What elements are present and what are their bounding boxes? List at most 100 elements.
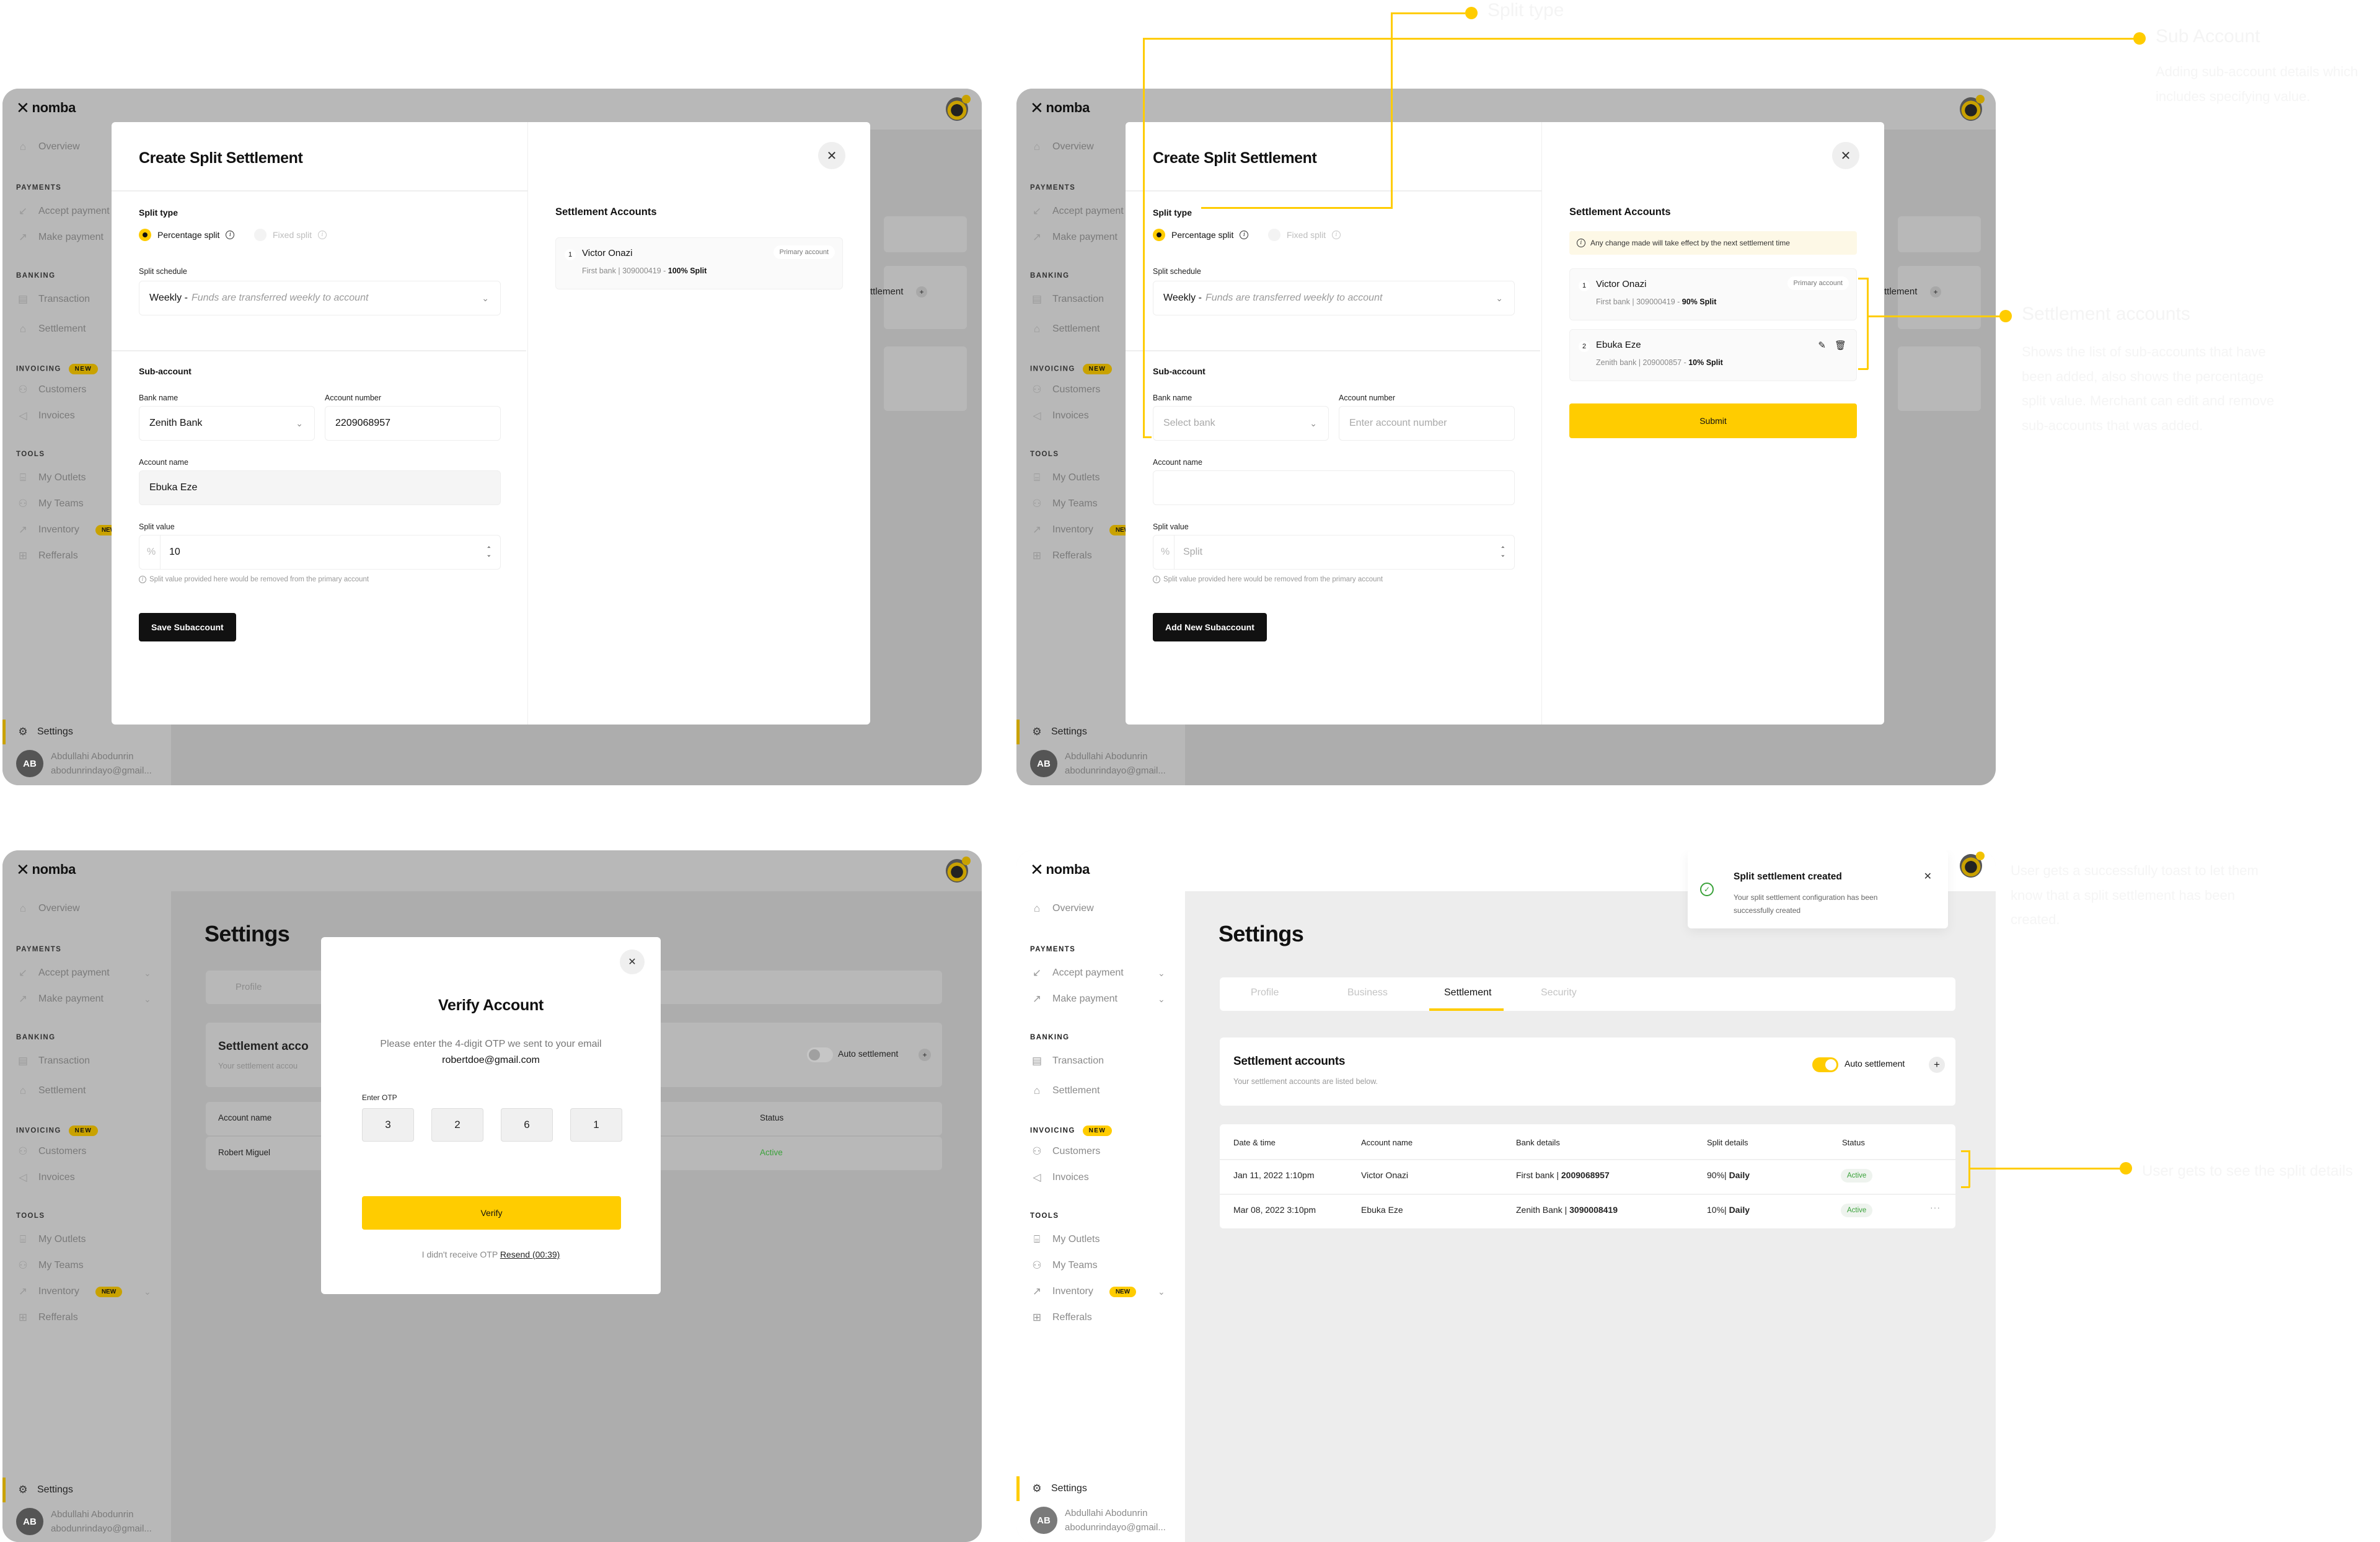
sidebar-item-settings[interactable]: ⚙ Settings xyxy=(1030,1483,1086,1495)
sidebar-item-transaction[interactable]: ▤ Transaction xyxy=(1030,293,1104,306)
profile-avatar[interactable] xyxy=(1960,95,1985,121)
split-schedule-select[interactable]: Weekly - Funds are transferred weekly to … xyxy=(1153,281,1515,315)
more-options-icon[interactable]: ··· xyxy=(1930,1202,1941,1212)
sidebar-item-make-payment[interactable]: ↗ Make payment xyxy=(1030,993,1117,1005)
sidebar-item-settlement[interactable]: ⌂ Settlement xyxy=(16,323,86,335)
sidebar-item-transaction[interactable]: ▤ Transaction xyxy=(1030,1055,1104,1067)
sidebar-item-my-outlets[interactable]: ⌸ My Outlets xyxy=(1030,472,1100,484)
tab-settlement[interactable]: Settlement xyxy=(1444,987,1491,998)
sidebar-item-inventory[interactable]: ↗ Inventory NEW xyxy=(16,1285,123,1298)
resend-link[interactable]: Resend (00:39) xyxy=(500,1249,560,1259)
sidebar-item-my-outlets[interactable]: ⌸ My Outlets xyxy=(16,472,86,484)
add-new-subaccount-button[interactable]: Add New Subaccount xyxy=(1153,613,1267,641)
sidebar-item-settlement[interactable]: ⌂ Settlement xyxy=(1030,1085,1100,1097)
sidebar-item-invoices[interactable]: ◁ Invoices xyxy=(1030,1171,1088,1184)
sidebar-item-invoices[interactable]: ◁ Invoices xyxy=(16,410,74,422)
tab-business[interactable]: Business xyxy=(1347,987,1388,998)
sidebar-item-settings[interactable]: ⚙ Settings xyxy=(16,726,73,738)
sidebar-item-invoices[interactable]: ◁ Invoices xyxy=(16,1171,74,1184)
sidebar-item-inventory[interactable]: ↗ Inventory NEW xyxy=(1030,1285,1137,1298)
auto-settlement-toggle[interactable] xyxy=(807,1047,833,1062)
sidebar-item-inventory[interactable]: ↗ Inventory NEW xyxy=(1030,524,1137,536)
split-schedule-select[interactable]: Weekly - Funds are transferred weekly to … xyxy=(139,281,501,315)
account-name-input[interactable] xyxy=(1153,470,1515,505)
radio-percentage-split[interactable]: Percentage split i xyxy=(1153,229,1249,241)
otp-digit-input[interactable]: 6 xyxy=(501,1108,553,1142)
profile-avatar[interactable] xyxy=(946,95,971,121)
user-profile[interactable]: AB Abdullahi Abodunrin abodunrindayo@gmail… xyxy=(16,1507,152,1536)
chevron-down-icon[interactable]: ⌄ xyxy=(144,1287,151,1297)
close-icon[interactable]: ✕ xyxy=(1832,142,1859,169)
sidebar-item-accept-payment[interactable]: ↙ Accept payment xyxy=(16,967,110,979)
info-icon[interactable]: i xyxy=(1332,231,1341,239)
account-name-input[interactable]: Ebuka Eze xyxy=(139,470,501,505)
chevron-down-icon[interactable]: ⌄ xyxy=(1158,994,1165,1005)
close-icon[interactable]: ✕ xyxy=(620,949,645,974)
verify-button[interactable]: Verify xyxy=(362,1196,621,1230)
chevron-down-icon[interactable]: ⌄ xyxy=(144,968,151,979)
sidebar-item-customers[interactable]: ⚇ Customers xyxy=(16,384,86,396)
sidebar-item-settings[interactable]: ⚙ Settings xyxy=(1030,726,1086,738)
close-icon[interactable]: ✕ xyxy=(1924,870,1932,883)
sidebar-item-my-teams[interactable]: ⚇ My Teams xyxy=(16,1259,83,1272)
info-icon[interactable]: i xyxy=(318,231,327,239)
add-icon[interactable]: + xyxy=(1929,1057,1945,1073)
user-profile[interactable]: AB Abdullahi Abodunrin abodunrindayo@gmail… xyxy=(1030,749,1166,778)
sidebar-item-settlement[interactable]: ⌂ Settlement xyxy=(16,1085,86,1097)
auto-settlement-toggle[interactable] xyxy=(1812,1057,1838,1072)
tab-security[interactable]: Security xyxy=(1541,987,1577,998)
tab-profile[interactable]: Profile xyxy=(1251,987,1279,998)
submit-button[interactable]: Submit xyxy=(1569,403,1857,438)
sidebar-item-settlement[interactable]: ⌂ Settlement xyxy=(1030,323,1100,335)
sidebar-item-overview[interactable]: ⌂ Overview xyxy=(16,141,80,153)
close-icon[interactable]: ✕ xyxy=(818,142,845,169)
sidebar-item-inventory[interactable]: ↗ Inventory NEW xyxy=(16,524,123,536)
radio-percentage-split[interactable]: Percentage split i xyxy=(139,229,235,241)
sidebar-item-overview[interactable]: ⌂ Overview xyxy=(1030,902,1094,915)
sidebar-item-make-payment[interactable]: ↗ Make payment xyxy=(16,993,104,1005)
radio-fixed-split[interactable]: Fixed split i xyxy=(1268,229,1341,241)
sidebar-item-my-teams[interactable]: ⚇ My Teams xyxy=(1030,498,1097,510)
otp-digit-input[interactable]: 1 xyxy=(570,1108,622,1142)
bank-name-select[interactable]: Select bank ⌄ xyxy=(1153,406,1329,441)
bank-name-select[interactable]: Zenith Bank ⌄ xyxy=(139,406,315,441)
sidebar-item-make-payment[interactable]: ↗ Make payment xyxy=(16,231,104,244)
sidebar-item-customers[interactable]: ⚇ Customers xyxy=(16,1145,86,1158)
sidebar-item-customers[interactable]: ⚇ Customers xyxy=(1030,1145,1100,1158)
sidebar-item-customers[interactable]: ⚇ Customers xyxy=(1030,384,1100,396)
otp-digit-input[interactable]: 3 xyxy=(362,1108,414,1142)
info-icon[interactable]: i xyxy=(1240,231,1249,239)
split-value-input[interactable]: % Split ⌃ ⌄ xyxy=(1153,535,1515,570)
chevron-down-icon[interactable]: ⌄ xyxy=(144,994,151,1005)
sidebar-item-refferals[interactable]: ⊞ Refferals xyxy=(16,1311,78,1324)
user-profile[interactable]: AB Abdullahi Abodunrin abodunrindayo@gmail… xyxy=(16,749,152,778)
sidebar-item-transaction[interactable]: ▤ Transaction xyxy=(16,293,90,306)
add-icon[interactable]: + xyxy=(919,1049,931,1061)
profile-avatar[interactable] xyxy=(1960,852,1985,878)
sidebar-item-accept-payment[interactable]: ↙ Accept payment xyxy=(1030,967,1124,979)
sidebar-item-settings[interactable]: ⚙ Settings xyxy=(16,1484,73,1496)
otp-digit-input[interactable]: 2 xyxy=(431,1108,483,1142)
trash-icon[interactable]: 🗑 xyxy=(1835,340,1846,351)
sidebar-item-my-outlets[interactable]: ⌸ My Outlets xyxy=(1030,1233,1100,1246)
account-number-input[interactable]: 2209068957 xyxy=(325,406,501,441)
sidebar-item-make-payment[interactable]: ↗ Make payment xyxy=(1030,231,1117,244)
sidebar-item-overview[interactable]: ⌂ Overview xyxy=(1030,141,1094,153)
edit-icon[interactable]: ✎ xyxy=(1818,340,1826,351)
sidebar-item-overview[interactable]: ⌂ Overview xyxy=(16,902,80,915)
sidebar-item-my-teams[interactable]: ⚇ My Teams xyxy=(1030,1259,1097,1272)
sidebar-item-accept-payment[interactable]: ↙ Accept payment xyxy=(16,205,110,218)
sidebar-item-refferals[interactable]: ⊞ Refferals xyxy=(1030,550,1092,562)
chevron-down-icon[interactable]: ⌄ xyxy=(1158,1287,1165,1297)
stepper-icon[interactable]: ⌃ ⌄ xyxy=(487,547,491,558)
radio-fixed-split[interactable]: Fixed split i xyxy=(254,229,327,241)
account-number-input[interactable]: Enter account number xyxy=(1339,406,1515,441)
sidebar-item-my-outlets[interactable]: ⌸ My Outlets xyxy=(16,1233,86,1246)
sidebar-item-refferals[interactable]: ⊞ Refferals xyxy=(1030,1311,1092,1324)
profile-avatar[interactable] xyxy=(946,857,971,883)
sidebar-item-accept-payment[interactable]: ↙ Accept payment xyxy=(1030,205,1124,218)
chevron-down-icon[interactable]: ⌄ xyxy=(1158,968,1165,979)
user-profile[interactable]: AB Abdullahi Abodunrin abodunrindayo@gmail… xyxy=(1030,1506,1166,1535)
save-subaccount-button[interactable]: Save Subaccount xyxy=(139,613,236,641)
split-value-input[interactable]: % 10 ⌃ ⌄ xyxy=(139,535,501,570)
